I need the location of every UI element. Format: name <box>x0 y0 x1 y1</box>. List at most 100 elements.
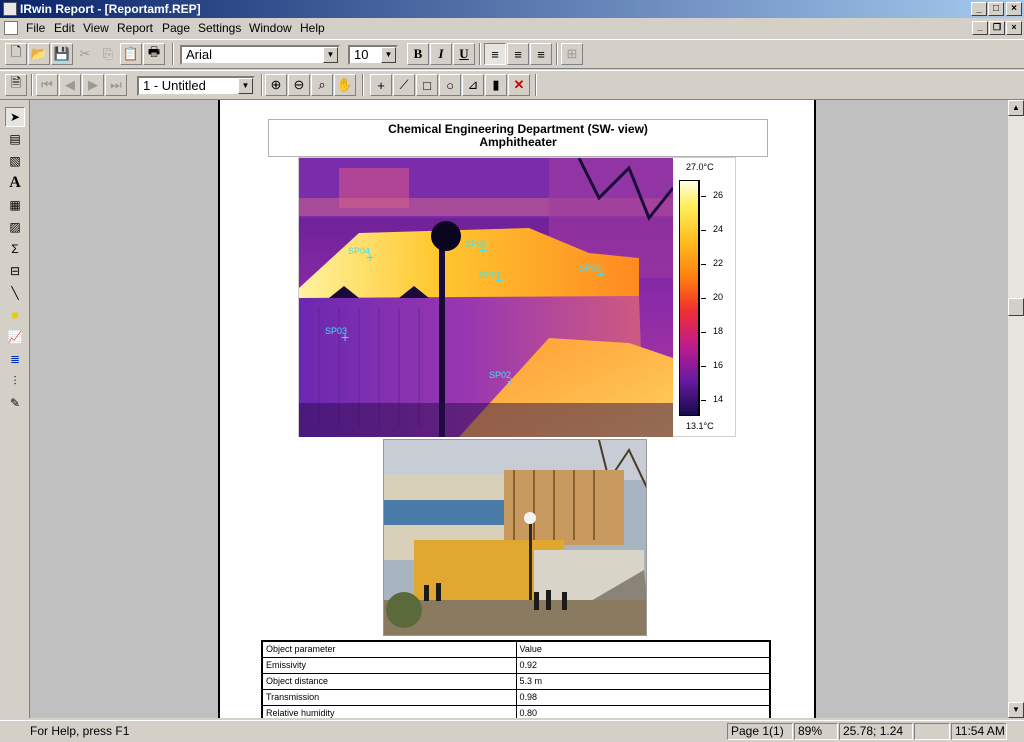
zoom-out-icon[interactable]: ⊖ <box>288 74 310 96</box>
page-select[interactable]: 1 - Untitled ▼ <box>137 76 255 96</box>
box-tool-icon[interactable]: □ <box>416 74 438 96</box>
spot-sp01[interactable]: SP01 + <box>479 270 503 287</box>
report-subtitle: Amphitheater <box>479 135 557 149</box>
vertical-scrollbar[interactable]: ▲ ▼ <box>1008 100 1024 718</box>
spot-sp05[interactable]: SP05 + <box>465 239 487 257</box>
header-cell: Value <box>515 640 771 658</box>
zoom-fit-icon[interactable]: ⌕ <box>311 74 333 96</box>
minimize-button[interactable]: _ <box>971 2 987 16</box>
histogram-icon[interactable]: ≣ <box>5 349 25 369</box>
open-icon[interactable]: 📂 <box>28 43 50 65</box>
wizard-icon[interactable]: ✎ <box>5 393 25 413</box>
pointer-icon[interactable]: ➤ <box>5 107 25 127</box>
scroll-up-icon[interactable]: ▲ <box>1008 100 1024 116</box>
scroll-thumb[interactable] <box>1008 298 1024 316</box>
copy-icon[interactable]: ⎘ <box>97 43 119 65</box>
bold-button[interactable]: B <box>407 43 429 65</box>
italic-button[interactable]: I <box>430 43 452 65</box>
text-icon[interactable]: A <box>5 173 25 193</box>
app-icon[interactable] <box>3 2 17 16</box>
menu-settings[interactable]: Settings <box>198 21 241 35</box>
font-name-select[interactable]: Arial ▼ <box>180 45 340 65</box>
spot-tool-icon[interactable]: + <box>370 74 392 96</box>
last-page-icon[interactable]: ⏭ <box>105 74 127 96</box>
graph-icon[interactable]: 📈 <box>5 327 25 347</box>
ir-image-icon[interactable]: ▤ <box>5 129 25 149</box>
report-title-box[interactable]: Chemical Engineering Department (SW- vie… <box>268 119 768 157</box>
menu-view[interactable]: View <box>83 21 109 35</box>
spot-sp06[interactable]: SP06 + <box>579 263 605 281</box>
window-title: IRwin Report - [Reportamf.REP] <box>20 2 201 16</box>
doc-restore-button[interactable]: ❐ <box>989 21 1005 35</box>
polygon-tool-icon[interactable]: ⊿ <box>462 74 484 96</box>
maximize-button[interactable]: □ <box>988 2 1004 16</box>
font-size-value: 10 <box>354 47 369 62</box>
next-page-icon[interactable]: ▶ <box>82 74 104 96</box>
align-left-icon[interactable]: ≡ <box>484 43 506 65</box>
circle-tool-icon[interactable]: ○ <box>439 74 461 96</box>
sum-icon[interactable]: Σ <box>5 239 25 259</box>
chevron-down-icon[interactable]: ▼ <box>323 47 338 63</box>
spot-sp02[interactable]: SP02 + <box>489 370 515 388</box>
close-button[interactable]: × <box>1006 2 1022 16</box>
new-icon[interactable]: 🗋 <box>5 43 27 65</box>
chevron-down-icon[interactable]: ▼ <box>381 47 396 63</box>
profile-icon[interactable]: ▨ <box>5 217 25 237</box>
document-icon[interactable] <box>4 21 18 35</box>
tick-mark <box>701 230 706 231</box>
properties-icon[interactable]: ⊞ <box>561 43 583 65</box>
scroll-down-icon[interactable]: ▼ <box>1008 702 1024 718</box>
visual-photo[interactable] <box>383 439 647 636</box>
trend-icon[interactable]: ⫶ <box>5 371 25 391</box>
separator <box>261 74 263 96</box>
tick-label: 24 <box>713 224 724 234</box>
parameters-table[interactable]: Object parameter Value Emissivity 0.92 O… <box>261 640 771 718</box>
print-icon[interactable]: 🖶 <box>143 43 165 65</box>
building-photo <box>384 440 646 635</box>
param-value: 5.3 m <box>515 672 771 690</box>
separator <box>172 43 174 65</box>
table-row: Transmission 0.98 <box>261 688 771 706</box>
paste-icon[interactable]: 📋 <box>120 43 142 65</box>
table-row: Emissivity 0.92 <box>261 656 771 674</box>
image-icon[interactable]: ▧ <box>5 151 25 171</box>
delete-icon[interactable]: ✕ <box>508 74 530 96</box>
menu-window[interactable]: Window <box>249 21 292 35</box>
separator <box>31 74 33 96</box>
spot-sp04[interactable]: SP04 + <box>348 246 374 264</box>
note-icon[interactable]: ■ <box>5 305 25 325</box>
save-icon[interactable]: 💾 <box>51 43 73 65</box>
tick-label: 18 <box>713 326 724 336</box>
cut-icon[interactable]: ✂ <box>74 43 96 65</box>
spot-sp03[interactable]: SP03 + <box>325 326 349 344</box>
separator <box>535 74 537 96</box>
crosshair-icon: + <box>495 272 504 288</box>
report-icon[interactable]: 🗎 <box>5 74 27 96</box>
first-page-icon[interactable]: ⏮ <box>36 74 58 96</box>
font-size-select[interactable]: 10 ▼ <box>348 45 398 65</box>
field-icon[interactable]: ⊟ <box>5 261 25 281</box>
menu-help[interactable]: Help <box>300 21 325 35</box>
ir-image-object[interactable]: SP04 + SP05 + SP01 + SP06 + SP03 + SP02 + 27.0… <box>298 157 736 437</box>
zoom-in-icon[interactable]: ⊕ <box>265 74 287 96</box>
tick-mark <box>701 298 706 299</box>
menu-edit[interactable]: Edit <box>54 21 75 35</box>
pan-hand-icon[interactable]: ✋ <box>334 74 356 96</box>
chevron-down-icon[interactable]: ▼ <box>238 78 253 94</box>
crosshair-icon: + <box>479 242 488 258</box>
table-icon[interactable]: ▦ <box>5 195 25 215</box>
isotherm-tool-icon[interactable]: ▮ <box>485 74 507 96</box>
line-icon[interactable]: ╲ <box>5 283 25 303</box>
align-right-icon[interactable]: ≡ <box>530 43 552 65</box>
menu-page[interactable]: Page <box>162 21 190 35</box>
line-tool-icon[interactable]: ⟋ <box>393 74 415 96</box>
menu-file[interactable]: File <box>26 21 45 35</box>
ir-image[interactable]: SP04 + SP05 + SP01 + SP06 + SP03 + SP02 + <box>299 158 673 437</box>
menu-report[interactable]: Report <box>117 21 153 35</box>
align-center-icon[interactable]: ≡ <box>507 43 529 65</box>
prev-page-icon[interactable]: ◀ <box>59 74 81 96</box>
doc-close-button[interactable]: × <box>1006 21 1022 35</box>
doc-minimize-button[interactable]: _ <box>972 21 988 35</box>
underline-button[interactable]: U <box>453 43 475 65</box>
title-bar: IRwin Report - [Reportamf.REP] _ □ × <box>0 0 1024 18</box>
